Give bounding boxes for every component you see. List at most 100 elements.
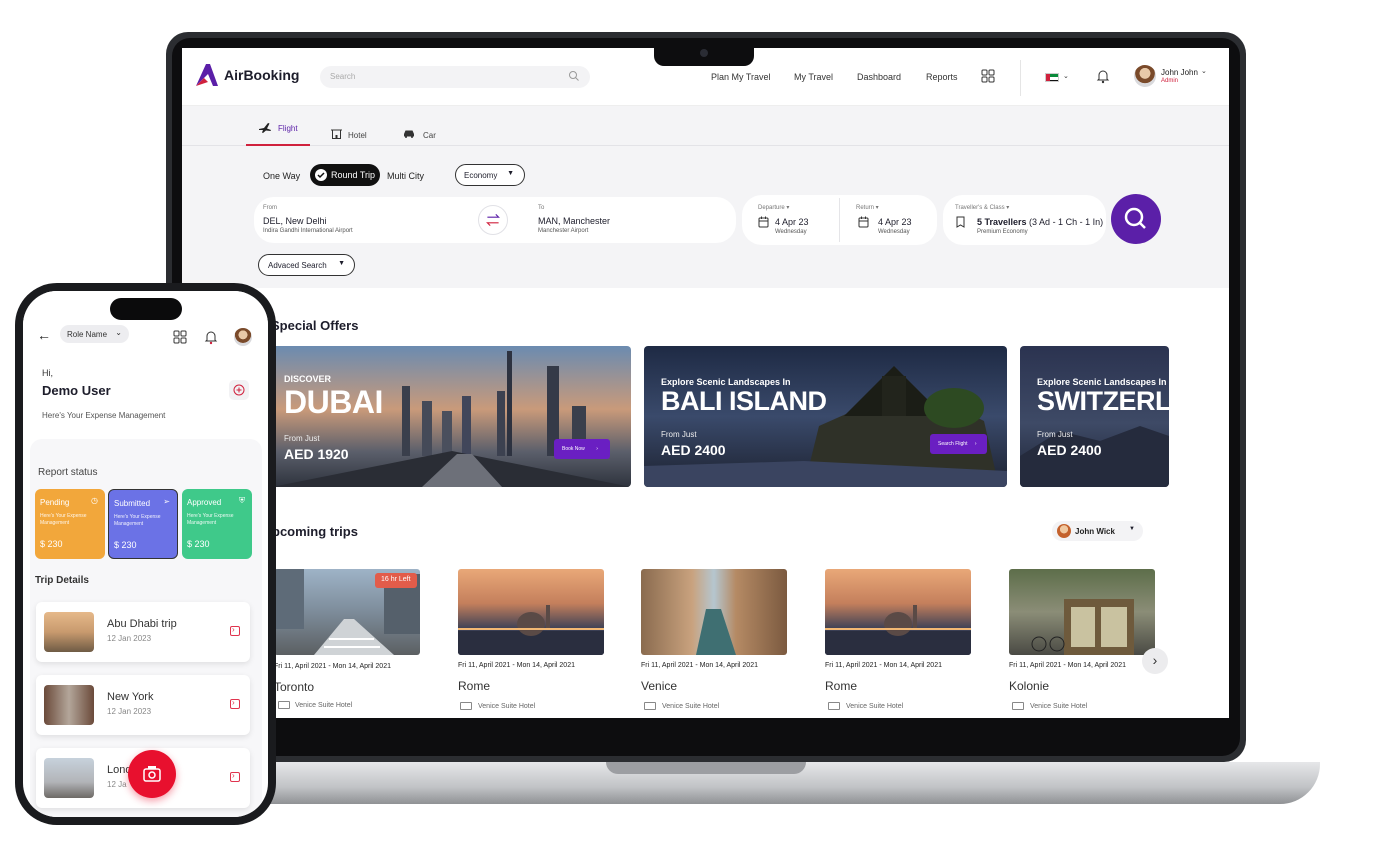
florence-skyline-image — [458, 605, 604, 655]
shield-check-icon: ⛨ — [239, 496, 245, 505]
trip-date: 12 Jan 2023 — [107, 707, 152, 716]
user-name: Demo User — [42, 383, 111, 398]
trip-city[interactable]: Rome — [825, 679, 857, 693]
trip-hotel: Venice Suite Hotel — [662, 703, 720, 710]
offer-destination: BALI ISLAND — [661, 386, 827, 416]
trip-card-image[interactable] — [641, 569, 787, 655]
camera-icon — [143, 766, 161, 782]
role-selector[interactable]: Role Name ⌄ — [60, 325, 129, 343]
venice-canal-image — [696, 609, 736, 655]
travellers-label: Traveller's & Class ▾ — [955, 205, 1010, 211]
dynamic-island — [110, 298, 182, 320]
offer-from-label: From Just — [284, 434, 320, 443]
camera-button[interactable] — [128, 750, 176, 798]
swap-button[interactable] — [478, 205, 508, 235]
to-city[interactable]: MAN, Manchester — [538, 216, 610, 226]
chevron-down-icon[interactable]: ⌄ — [1201, 67, 1207, 75]
trip-list-item[interactable]: New York 12 Jan 2023 › — [36, 675, 250, 735]
trip-city[interactable]: Venice — [641, 679, 677, 693]
search-flights-button[interactable] — [1111, 194, 1161, 244]
card-description: Here's Your Expense Management — [187, 513, 234, 526]
header-divider — [1020, 60, 1021, 96]
to-airport: Manchester Airport — [538, 228, 589, 234]
nav-dashboard[interactable]: Dashboard — [857, 72, 901, 82]
back-arrow-icon[interactable]: ← — [37, 327, 51, 343]
send-icon: ➢ — [163, 497, 170, 506]
offer-card-dubai[interactable]: DISCOVER DUBAI From Just AED 1920 Book N… — [272, 346, 631, 487]
card-title: Submitted — [114, 499, 151, 508]
advanced-search-button[interactable]: Advaced Search ▼ — [258, 254, 355, 276]
hotel-icon — [331, 129, 342, 139]
chevron-down-icon[interactable]: ⌄ — [1063, 72, 1069, 80]
florence-skyline-image — [825, 605, 971, 655]
brand-name: AirBooking — [224, 67, 300, 83]
from-airport: Indira Gandhi International Airport — [263, 228, 353, 234]
travellers-summary[interactable]: 5 Travellers (3 Ad - 1 Ch - 1 In) — [977, 217, 1103, 227]
trip-city[interactable]: Toronto — [274, 680, 314, 694]
apps-grid-icon[interactable] — [981, 69, 995, 83]
trip-list-item[interactable]: Abu Dhabi trip 12 Jan 2023 › — [36, 602, 250, 662]
return-date[interactable]: 4 Apr 23 — [878, 217, 912, 227]
offer-destination: DUBAI — [284, 384, 383, 420]
swap-arrows-icon — [486, 214, 500, 226]
trip-city[interactable]: Kolonie — [1009, 679, 1049, 693]
upcoming-trips-title: pcoming trips — [272, 524, 358, 539]
uae-flag-icon[interactable] — [1045, 73, 1059, 82]
special-offers-title: Special Offers — [271, 318, 359, 333]
submitted-card[interactable]: Submitted ➢ Here's Your Expense Manageme… — [108, 489, 178, 559]
offer-card-bali[interactable]: Explore Scenic Landscapes In BALI ISLAND… — [644, 346, 1007, 487]
open-arrow-icon[interactable]: › — [230, 625, 240, 636]
multi-city-option[interactable]: Multi City — [387, 171, 424, 181]
card-title: Approved — [187, 498, 222, 507]
book-now-button[interactable]: Book Now › — [554, 439, 610, 459]
tab-car[interactable]: Car — [423, 131, 436, 140]
trip-card-image[interactable] — [825, 569, 971, 655]
trip-dates: Fri 11, April 2021 - Mon 14, April 2021 — [825, 662, 942, 669]
one-way-option[interactable]: One Way — [263, 171, 300, 181]
calendar-icon — [858, 216, 869, 228]
trip-dates: Fri 11, April 2021 - Mon 14, April 2021 — [274, 663, 391, 670]
tab-flight[interactable]: Flight — [278, 124, 298, 133]
trip-card-image[interactable] — [458, 569, 604, 655]
caret-down-icon: ▼ — [507, 170, 514, 177]
traveller-filter-select[interactable]: John Wick ▼ — [1052, 521, 1143, 541]
pending-card[interactable]: Pending ◷ Here's Your Expense Management… — [35, 489, 105, 559]
departure-date[interactable]: 4 Apr 23 — [775, 217, 809, 227]
bed-icon — [828, 702, 840, 710]
search-flight-button[interactable]: Search Flight › — [930, 434, 987, 454]
open-arrow-icon[interactable]: › — [230, 771, 240, 782]
trip-city[interactable]: Rome — [458, 679, 490, 693]
offer-from-label: From Just — [1037, 430, 1073, 439]
offer-card-switzerland[interactable]: Explore Scenic Landscapes In SWITZERLA F… — [1020, 346, 1169, 487]
from-city[interactable]: DEL, New Delhi — [263, 216, 327, 226]
bell-icon[interactable] — [204, 329, 218, 345]
card-amount: $ 230 — [187, 539, 210, 549]
avatar[interactable] — [1134, 65, 1156, 87]
tab-hotel[interactable]: Hotel — [348, 131, 367, 140]
card-description: Here's Your Expense Management — [40, 513, 87, 526]
avatar[interactable] — [234, 328, 252, 346]
report-status-title: Report status — [38, 467, 98, 478]
nav-reports[interactable]: Reports — [926, 72, 958, 82]
trip-card-image[interactable] — [1009, 569, 1155, 655]
apps-grid-icon[interactable] — [173, 330, 187, 344]
clock-icon: ◷ — [91, 496, 98, 505]
approved-card[interactable]: Approved ⛨ Here's Your Expense Managemen… — [182, 489, 252, 559]
trip-date: 12 Jan 2023 — [107, 634, 152, 643]
card-title: Pending — [40, 498, 70, 507]
bed-icon — [278, 701, 290, 709]
departure-day: Wednesday — [775, 229, 807, 235]
search-input[interactable]: Search — [320, 66, 590, 88]
nav-plan-my-travel[interactable]: Plan My Travel — [711, 72, 771, 82]
trip-date: 12 Ja — [107, 780, 127, 789]
trip-dates: Fri 11, April 2021 - Mon 14, April 2021 — [1009, 662, 1126, 669]
add-button[interactable] — [229, 380, 249, 400]
bell-icon[interactable] — [1096, 68, 1110, 84]
bed-icon — [1012, 702, 1024, 710]
search-icon — [569, 71, 579, 81]
cabin-class-select[interactable]: Economy ▼ — [455, 164, 525, 186]
next-arrow-icon[interactable]: › — [1142, 648, 1168, 674]
user-name[interactable]: John John — [1161, 68, 1198, 77]
open-arrow-icon[interactable]: › — [230, 698, 240, 709]
nav-my-travel[interactable]: My Travel — [794, 72, 833, 82]
